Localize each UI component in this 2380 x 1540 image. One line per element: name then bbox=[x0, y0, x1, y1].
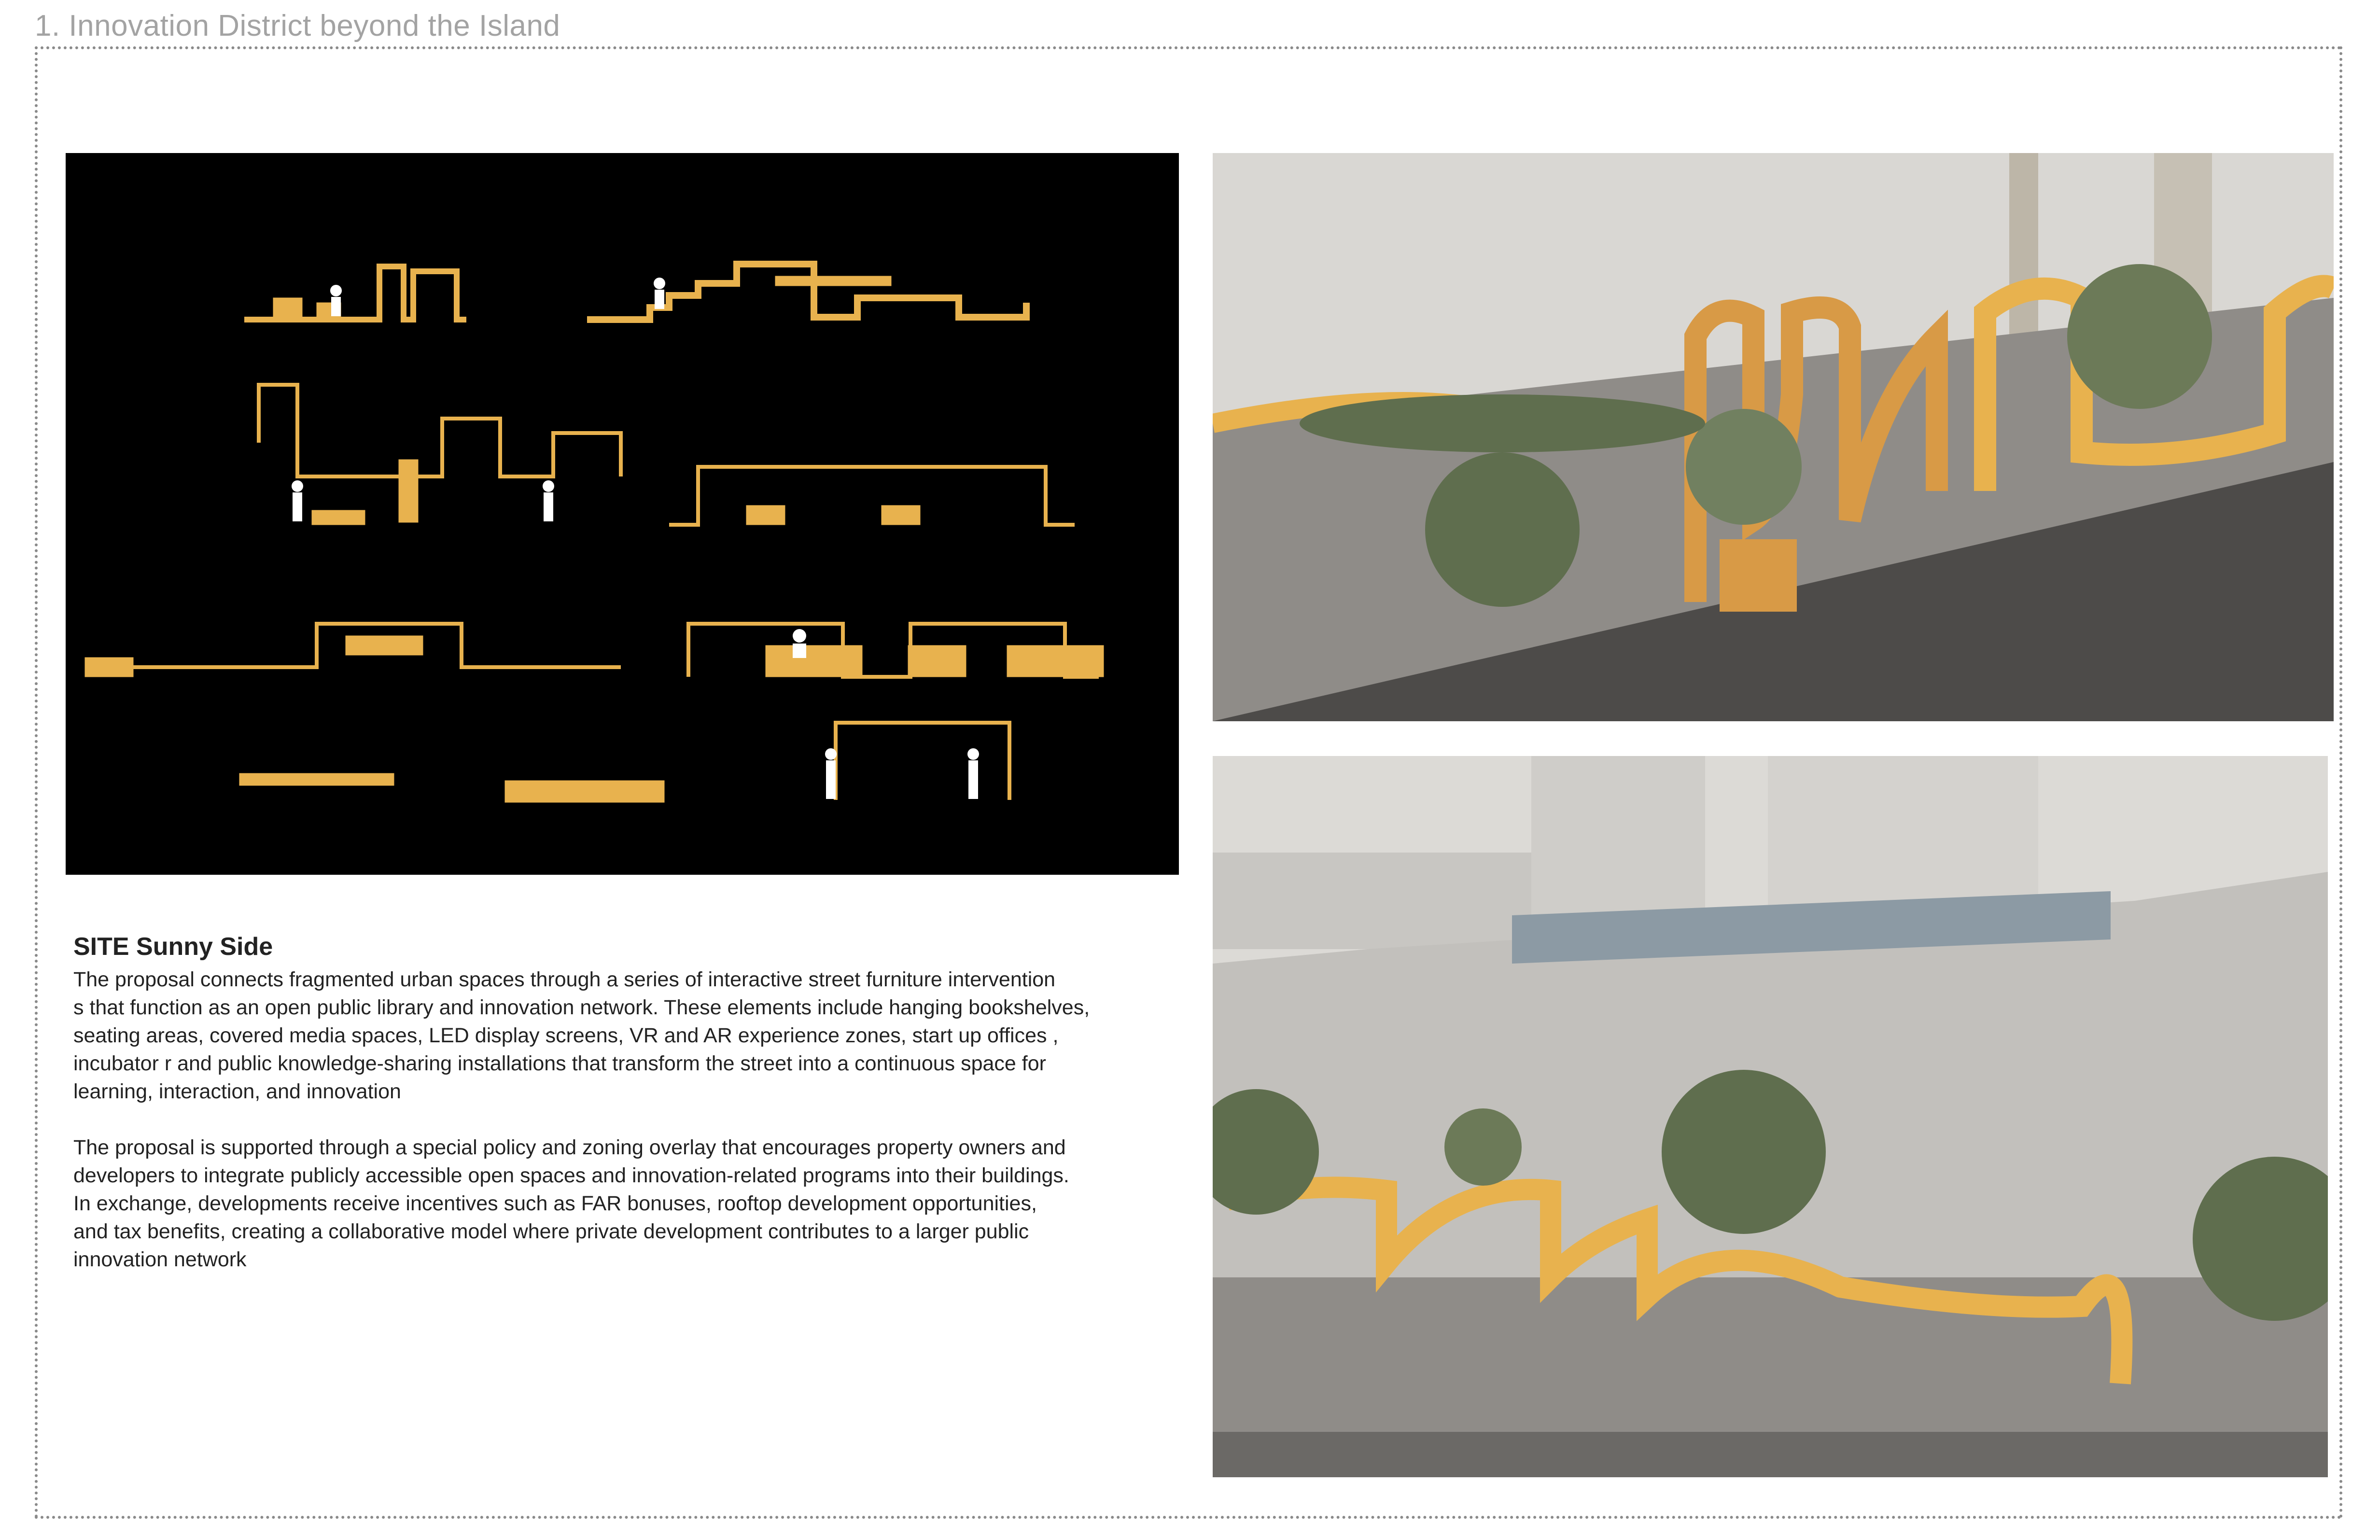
description-paragraph-2: The proposal is supported through a spec… bbox=[73, 1136, 1069, 1271]
street-rendering-top-image bbox=[1213, 153, 2334, 721]
street-rendering-bottom-image bbox=[1213, 756, 2328, 1477]
page-title: 1. Innovation District beyond the Island bbox=[35, 9, 560, 42]
site-heading: SITE Sunny Side bbox=[73, 933, 273, 961]
furniture-diagrams-image bbox=[66, 153, 1179, 875]
description-block: SITE Sunny Side The proposal connects fr… bbox=[73, 932, 1184, 1302]
description-paragraph-1: The proposal connects fragmented urban s… bbox=[73, 968, 1090, 1103]
